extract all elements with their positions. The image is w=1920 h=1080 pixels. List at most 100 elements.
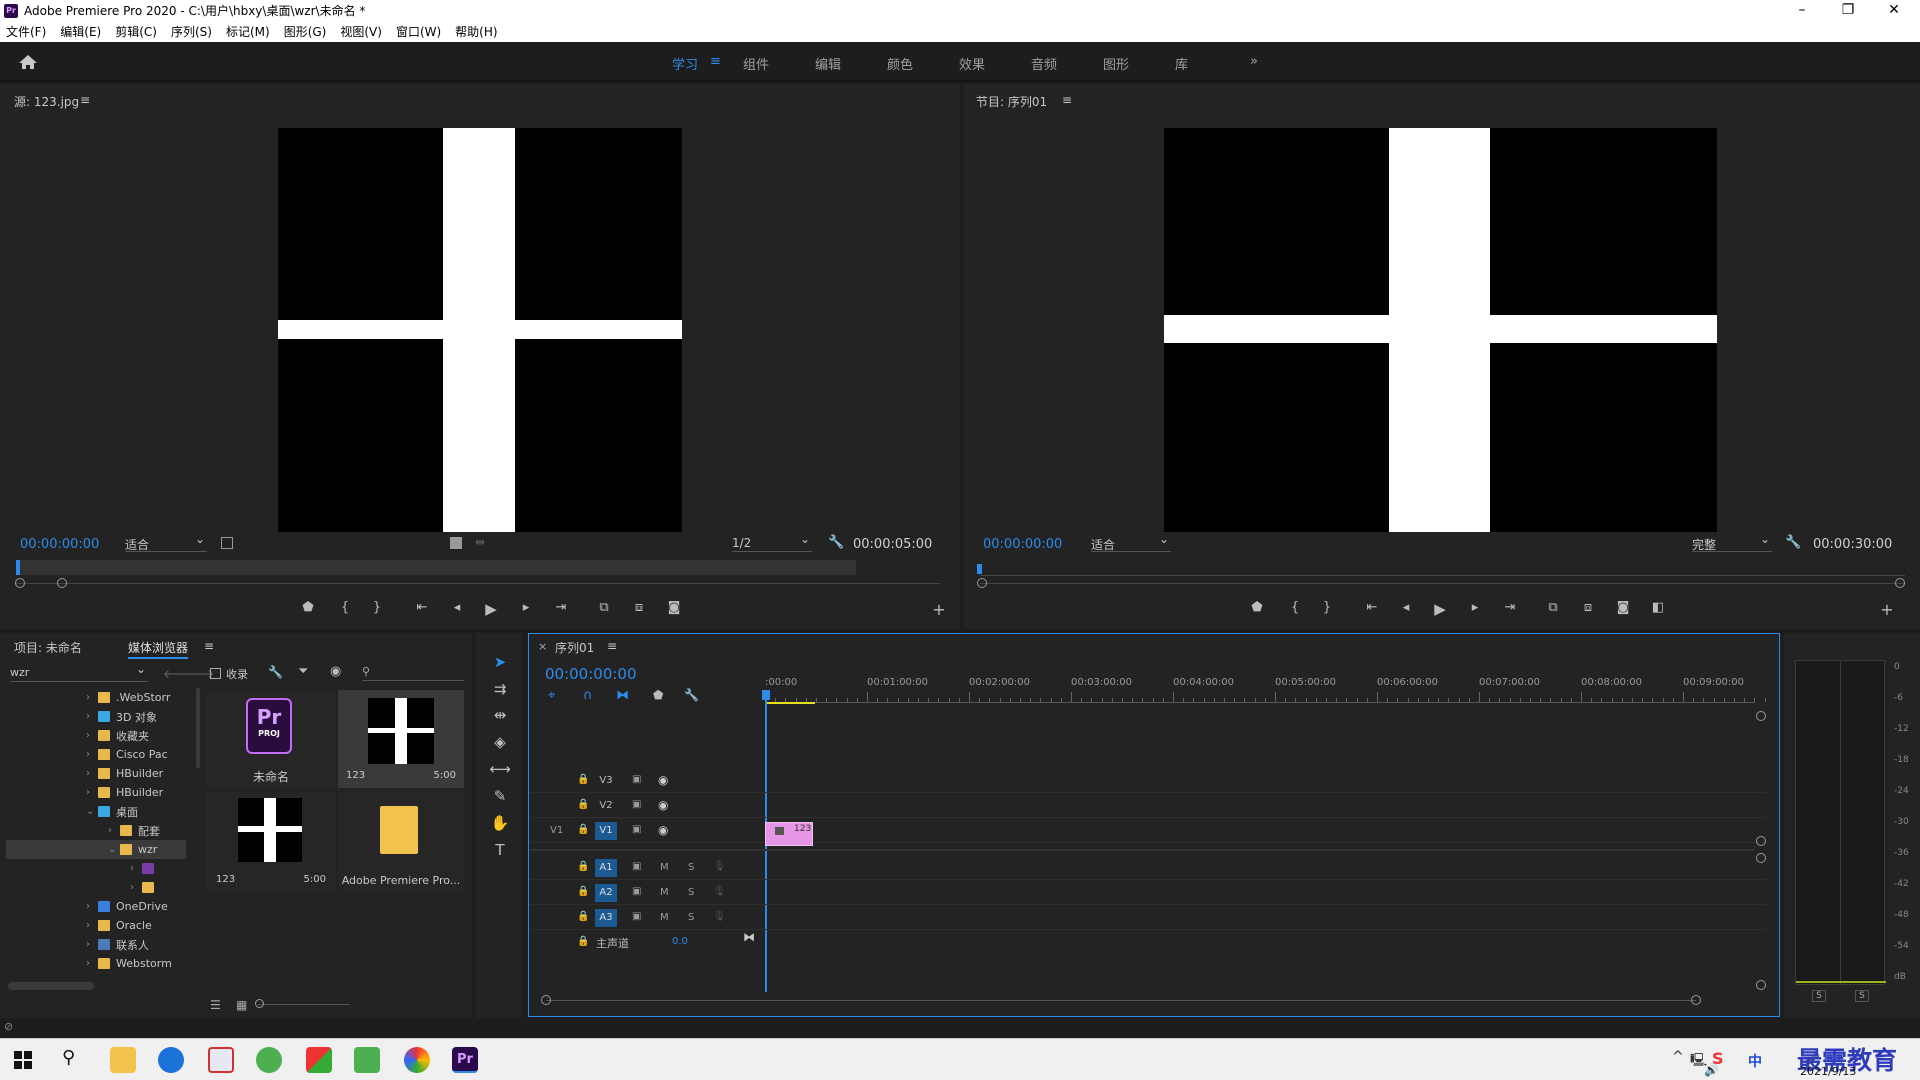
volume-icon[interactable]: 🔊 [1704, 1063, 1719, 1077]
tab-media-browser[interactable]: 媒体浏览器 [128, 639, 189, 659]
track-target-a3[interactable]: A3 [595, 909, 617, 927]
program-lift-icon[interactable]: ⧉ [1543, 600, 1563, 615]
minimize-button[interactable]: – [1782, 0, 1822, 21]
program-playhead[interactable] [977, 564, 982, 574]
source-mark-out-icon[interactable]: } [367, 600, 387, 615]
track-select-tool-icon[interactable]: ⇉ [489, 678, 511, 700]
program-play-icon[interactable]: ▶ [1430, 600, 1450, 618]
audio-vscroll-top-handle[interactable] [1756, 853, 1766, 863]
source-add-marker-icon[interactable]: ⬟ [298, 600, 318, 615]
tree-vertical-scrollbar[interactable] [196, 688, 200, 768]
master-volume-value[interactable]: 0.0 [672, 936, 688, 947]
thumbnail-size-handle[interactable] [255, 999, 264, 1008]
thumbnail-size-slider[interactable] [258, 1004, 350, 1005]
razor-tool-icon[interactable]: ◈ [489, 731, 511, 753]
folder-tree-item[interactable]: ⌄ wzr [6, 840, 186, 859]
solo-button[interactable]: S [688, 887, 694, 898]
timeline-menu-icon[interactable]: ≡ [607, 639, 617, 653]
chevron-right-icon[interactable]: › [86, 920, 98, 931]
track-target-a2[interactable]: A2 [595, 884, 617, 902]
workspace-tab-libraries[interactable]: 库 [1175, 54, 1188, 73]
sync-lock-icon[interactable]: ▣ [632, 774, 641, 785]
source-timecode[interactable]: 00:00:00:00 [20, 537, 99, 552]
lock-icon[interactable]: 🔒 [577, 774, 589, 785]
workspace-more-icon[interactable]: » [1250, 54, 1258, 69]
track-target-v1[interactable]: V1 [595, 822, 617, 840]
menu-markers[interactable]: 标记(M) [226, 23, 270, 40]
master-pan-icon[interactable]: ⧓ [743, 930, 755, 944]
ingest-settings-icon[interactable]: 🔧 [268, 665, 283, 679]
chevron-right-icon[interactable]: › [86, 787, 98, 798]
folder-tree-item[interactable]: › Cisco Pac [6, 745, 186, 764]
source-zoom-bar[interactable] [16, 583, 940, 584]
sync-lock-icon[interactable]: ▣ [632, 911, 641, 922]
source-zoom-handle-right[interactable] [57, 578, 67, 588]
mute-button[interactable]: M [660, 862, 669, 873]
source-step-back-icon[interactable]: ◂ [447, 600, 467, 615]
program-zoom-handle-right[interactable] [1895, 578, 1905, 588]
chevron-right-icon[interactable]: › [86, 749, 98, 760]
chevron-right-icon[interactable]: › [130, 882, 142, 893]
workspace-tab-graphics[interactable]: 图形 [1103, 54, 1129, 73]
folder-tree-item[interactable]: › [6, 859, 186, 878]
lock-icon[interactable]: 🔒 [577, 936, 589, 947]
sync-lock-icon[interactable]: ▣ [632, 824, 641, 835]
chevron-right-icon[interactable]: › [86, 939, 98, 950]
program-settings-icon[interactable]: 🔧 [1785, 535, 1801, 550]
menu-help[interactable]: 帮助(H) [455, 23, 497, 40]
lock-icon[interactable]: 🔒 [577, 911, 589, 922]
chevron-down-icon[interactable]: ⌄ [86, 806, 98, 817]
voiceover-icon[interactable]: 🎙 [713, 911, 726, 922]
source-settings-icon[interactable]: 🔧 [828, 535, 844, 550]
ingest-checkbox[interactable] [210, 668, 221, 679]
source-playhead[interactable] [16, 560, 20, 575]
workspace-tab-editing[interactable]: 编辑 [815, 54, 841, 73]
snap-icon[interactable]: ∩ [583, 688, 593, 703]
media-item-image[interactable]: 123 5:00 [206, 792, 336, 890]
source-insert-icon[interactable]: ⧉ [594, 600, 614, 615]
timeline-h-scroll-right-handle[interactable] [1691, 995, 1701, 1005]
workspace-tab-audio[interactable]: 音频 [1031, 54, 1057, 73]
program-go-to-out-icon[interactable]: ⇥ [1500, 600, 1520, 615]
lock-icon[interactable]: 🔒 [577, 824, 589, 835]
maximize-button[interactable]: ❐ [1828, 0, 1868, 21]
menu-clip[interactable]: 剪辑(C) [115, 23, 157, 40]
taskbar-date[interactable]: 2021/9/13 [1800, 1065, 1856, 1078]
eye-icon[interactable]: ◉ [658, 823, 668, 837]
timeline-tab[interactable]: 序列01 [555, 639, 594, 656]
pen-tool-icon[interactable]: ✎ [489, 785, 511, 807]
selection-tool-icon[interactable]: ➤ [489, 651, 511, 673]
timeline-close-icon[interactable]: × [538, 640, 547, 653]
folder-tree-item[interactable]: › HBuilder [6, 764, 186, 783]
track-target-v2[interactable]: V2 [595, 797, 617, 815]
lock-icon[interactable]: 🔒 [577, 886, 589, 897]
premiere-taskbar-icon[interactable]: Pr [452, 1047, 478, 1073]
workspace-menu-icon[interactable]: ≡ [710, 54, 721, 69]
paint-app-icon[interactable] [208, 1047, 234, 1073]
track-target-v3[interactable]: V3 [595, 772, 617, 790]
source-export-frame-icon[interactable]: ◙ [664, 600, 684, 615]
program-fit-dropdown[interactable]: 适合 [1091, 532, 1171, 552]
program-add-marker-icon[interactable]: ⬟ [1247, 600, 1267, 615]
edge-browser-icon[interactable] [158, 1047, 184, 1073]
timeline-h-scroll-left-handle[interactable] [541, 995, 551, 1005]
video-vscroll-top-handle[interactable] [1756, 711, 1766, 721]
program-add-button-icon[interactable]: + [1877, 600, 1897, 619]
folder-tree-item[interactable]: › [6, 878, 186, 897]
folder-tree-item[interactable]: › Oracle [6, 916, 186, 935]
solo-button[interactable]: S [688, 912, 694, 923]
folder-tree-item[interactable]: › .WebStorr [6, 688, 186, 707]
chevron-right-icon[interactable]: › [108, 825, 120, 836]
icon-view-icon[interactable]: ▦ [236, 998, 247, 1012]
program-mark-out-icon[interactable]: } [1317, 600, 1337, 615]
chrome-browser-icon[interactable] [404, 1047, 430, 1073]
color-app-icon[interactable] [306, 1047, 332, 1073]
chevron-right-icon[interactable]: › [86, 692, 98, 703]
timeline-clip[interactable]: 123 [765, 822, 813, 846]
work-area-bar[interactable] [765, 702, 815, 704]
tab-project[interactable]: 项目: 未命名 [14, 639, 82, 656]
program-export-frame-icon[interactable]: ◙ [1613, 600, 1633, 615]
timeline-playhead-handle[interactable] [762, 690, 770, 700]
hand-tool-icon[interactable]: ✋ [489, 812, 511, 834]
drag-audio-icon[interactable]: ⇹ [475, 535, 485, 549]
